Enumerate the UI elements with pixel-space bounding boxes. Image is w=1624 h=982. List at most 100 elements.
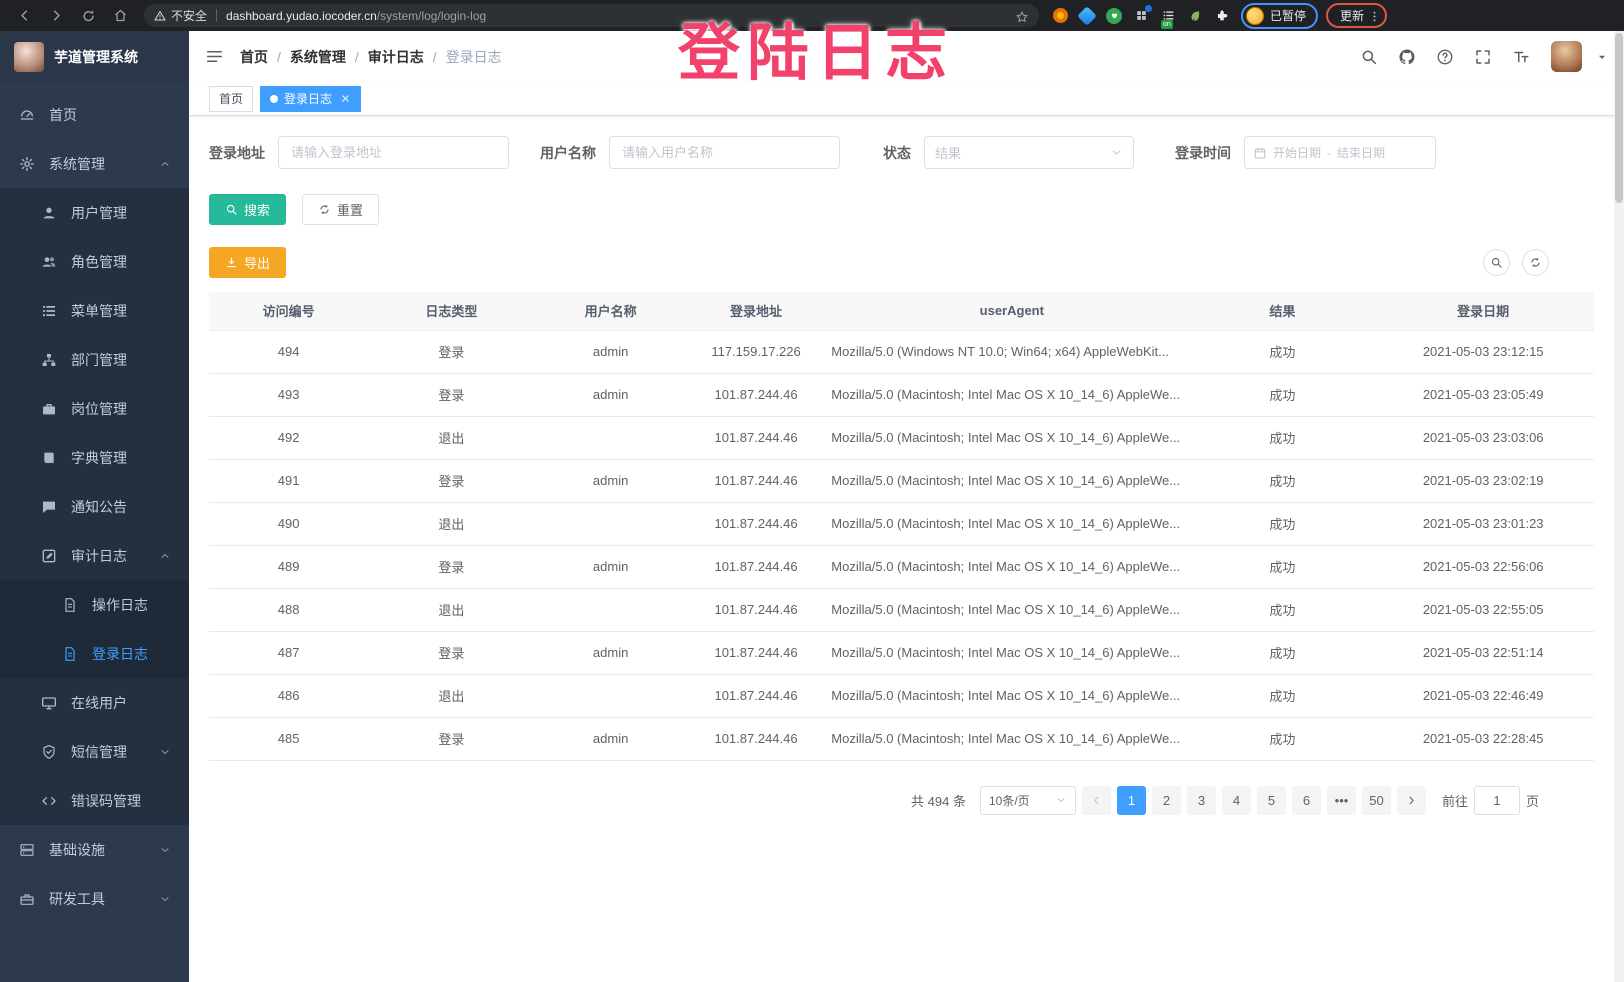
- export-button[interactable]: 导出: [209, 247, 286, 278]
- profile-sync-paused-chip[interactable]: 已暂停: [1241, 3, 1318, 29]
- online-users-icon: [41, 695, 57, 711]
- browser-forward-button[interactable]: [43, 3, 69, 29]
- browser-home-button[interactable]: [107, 3, 133, 29]
- scrollbar-thumb[interactable]: [1615, 33, 1623, 203]
- prev-page-button[interactable]: [1082, 786, 1111, 815]
- sidebar-item-label: 字典管理: [71, 448, 127, 468]
- end-date-placeholder[interactable]: 结束日期: [1337, 144, 1385, 161]
- page-button-2[interactable]: 2: [1152, 786, 1181, 815]
- sidebar-item-dev-tools[interactable]: 研发工具: [0, 874, 189, 923]
- page-ellipsis[interactable]: •••: [1327, 786, 1356, 815]
- refresh-table-button[interactable]: [1522, 249, 1549, 276]
- page-button-50[interactable]: 50: [1362, 786, 1391, 815]
- page-button-5[interactable]: 5: [1257, 786, 1286, 815]
- dictionary-icon: [41, 450, 57, 466]
- sidebar-item-home[interactable]: 首页: [0, 90, 189, 139]
- page-button-6[interactable]: 6: [1292, 786, 1321, 815]
- browser-back-button[interactable]: [11, 3, 37, 29]
- app-window: 芋道管理系统 首页 系统管理 用户管理 角色管理: [0, 31, 1624, 982]
- main-area: 首页 / 系统管理 / 审计日志 / 登录日志 首页: [189, 31, 1624, 982]
- avatar-caret-icon[interactable]: [1596, 51, 1608, 63]
- github-link-button[interactable]: [1395, 45, 1419, 69]
- sidebar-item-login-log[interactable]: 登录日志: [0, 629, 189, 678]
- sidebar-item-menus[interactable]: 菜单管理: [0, 286, 189, 335]
- browser-menu-icon[interactable]: [1368, 8, 1381, 23]
- sidebar-item-announcements[interactable]: 通知公告: [0, 482, 189, 531]
- sidebar-item-label: 错误码管理: [71, 791, 141, 811]
- breadcrumb-system[interactable]: 系统管理: [290, 47, 346, 67]
- green-heart-extension-icon[interactable]: [1105, 7, 1123, 25]
- list-extension-icon[interactable]: on: [1159, 7, 1177, 25]
- user-avatar[interactable]: [1551, 41, 1582, 72]
- sidebar-item-operation-log[interactable]: 操作日志: [0, 580, 189, 629]
- table-toolbar: 导出: [209, 247, 1594, 278]
- grid-extension-icon[interactable]: [1132, 7, 1150, 25]
- sidebar-item-error-codes[interactable]: 错误码管理: [0, 776, 189, 825]
- page-content: 登录地址 用户名称 状态 结果 登录时间 开始日期 - 结束日期: [189, 116, 1624, 815]
- sidebar-item-roles[interactable]: 角色管理: [0, 237, 189, 286]
- page-button-3[interactable]: 3: [1187, 786, 1216, 815]
- form-buttons: 搜索 重置: [209, 194, 1594, 225]
- blue-gem-extension-icon[interactable]: [1078, 7, 1096, 25]
- sidebar-item-infrastructure[interactable]: 基础设施: [0, 825, 189, 874]
- sidebar-item-label: 岗位管理: [71, 399, 127, 419]
- goto-page-input[interactable]: [1474, 786, 1520, 815]
- reset-button[interactable]: 重置: [302, 194, 379, 225]
- table-row: 486退出101.87.244.46Mozilla/5.0 (Macintosh…: [209, 674, 1594, 717]
- cell-type: 登录: [368, 330, 534, 373]
- header-search-button[interactable]: [1357, 45, 1381, 69]
- login-time-range-picker[interactable]: 开始日期 - 结束日期: [1244, 136, 1436, 169]
- breadcrumb-home[interactable]: 首页: [240, 47, 268, 67]
- leaf-extension-icon[interactable]: [1186, 7, 1204, 25]
- sidebar-toggle-button[interactable]: [205, 47, 224, 66]
- sidebar-item-audit-log[interactable]: 审计日志: [0, 531, 189, 580]
- not-secure-label[interactable]: 不安全: [171, 7, 207, 24]
- breadcrumb-audit-log[interactable]: 审计日志: [368, 47, 424, 67]
- extension-on-badge: on: [1161, 20, 1173, 29]
- url-host: dashboard.yudao.iocoder.cn: [226, 9, 377, 23]
- sidebar-item-label: 操作日志: [92, 595, 148, 615]
- search-icon: [1490, 256, 1503, 269]
- cell-agent: Mozilla/5.0 (Macintosh; Intel Mac OS X 1…: [825, 373, 1192, 416]
- sidebar-logo[interactable]: 芋道管理系统: [0, 31, 189, 82]
- sidebar-item-departments[interactable]: 部门管理: [0, 335, 189, 384]
- chevron-up-icon: [159, 158, 171, 170]
- dev-tools-icon: [19, 891, 35, 907]
- status-select[interactable]: 结果: [924, 136, 1134, 169]
- cell-user: admin: [534, 373, 686, 416]
- tag-home[interactable]: 首页: [209, 86, 253, 112]
- cell-id: 486: [209, 674, 368, 717]
- dashboard-icon: [19, 107, 35, 123]
- next-page-button[interactable]: [1397, 786, 1426, 815]
- bookmark-star-icon[interactable]: [1015, 7, 1029, 23]
- sidebar-item-online-users[interactable]: 在线用户: [0, 678, 189, 727]
- sidebar-item-users[interactable]: 用户管理: [0, 188, 189, 237]
- active-tag-dot: [270, 95, 278, 103]
- cell-id: 492: [209, 416, 368, 459]
- date-range-separator: -: [1327, 146, 1331, 160]
- sidebar-item-posts[interactable]: 岗位管理: [0, 384, 189, 433]
- page-button-1[interactable]: 1: [1117, 786, 1146, 815]
- orange-circle-extension-icon[interactable]: [1051, 7, 1069, 25]
- login-address-input[interactable]: [278, 136, 509, 169]
- chrome-update-button[interactable]: 更新: [1326, 3, 1387, 28]
- start-date-placeholder[interactable]: 开始日期: [1273, 144, 1321, 161]
- page-scrollbar[interactable]: [1614, 31, 1624, 982]
- sidebar-item-sms[interactable]: 短信管理: [0, 727, 189, 776]
- page-button-4[interactable]: 4: [1222, 786, 1251, 815]
- help-button[interactable]: [1433, 45, 1457, 69]
- tag-login-log[interactable]: 登录日志: [260, 86, 361, 112]
- sidebar-item-system[interactable]: 系统管理: [0, 139, 189, 188]
- address-bar[interactable]: 不安全 dashboard.yudao.iocoder.cn/system/lo…: [144, 4, 1039, 27]
- username-input[interactable]: [609, 136, 840, 169]
- browser-reload-button[interactable]: [75, 3, 101, 29]
- search-button[interactable]: 搜索: [209, 194, 286, 225]
- extensions-puzzle-icon[interactable]: [1213, 7, 1231, 25]
- fullscreen-button[interactable]: [1471, 45, 1495, 69]
- login-log-icon: [62, 646, 78, 662]
- toggle-search-button[interactable]: [1483, 249, 1510, 276]
- sidebar-item-dictionary[interactable]: 字典管理: [0, 433, 189, 482]
- page-size-select[interactable]: 10条/页: [980, 786, 1076, 815]
- close-icon[interactable]: [340, 93, 351, 104]
- font-size-button[interactable]: [1509, 45, 1533, 69]
